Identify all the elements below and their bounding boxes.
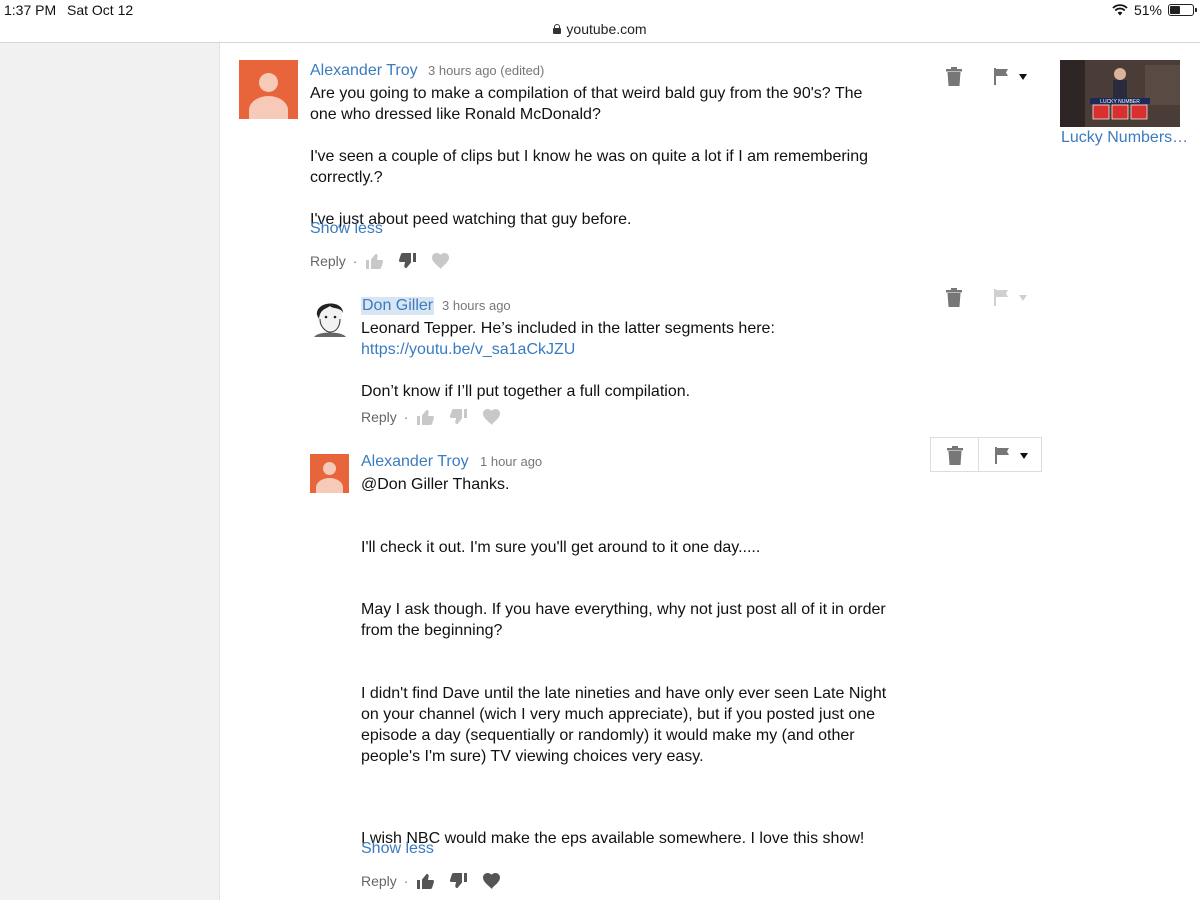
thumbnail-image: LUCKY NUMBER <box>1060 60 1180 127</box>
svg-text:LUCKY NUMBER: LUCKY NUMBER <box>1100 99 1140 105</box>
left-pane <box>0 43 220 900</box>
comment-text-line: on your channel (wich I very much apprec… <box>361 706 876 723</box>
comment-author[interactable]: Alexander Troy <box>361 453 469 471</box>
thumbs-up-icon[interactable] <box>365 252 384 270</box>
heart-icon[interactable] <box>431 252 450 270</box>
status-time: 1:37 PM <box>4 2 57 18</box>
reply-button[interactable]: Reply <box>361 873 397 889</box>
comment-text-line: episode a day (sequentially or randomly)… <box>361 727 855 744</box>
status-right: 51% <box>1112 2 1197 18</box>
url-text: youtube.com <box>566 21 647 37</box>
flag-icon[interactable] <box>995 447 1029 464</box>
comment-time[interactable]: 3 hours ago (edited) <box>428 63 544 78</box>
trash-icon[interactable] <box>947 446 963 465</box>
comment-actions: Reply · <box>361 872 515 890</box>
status-date: Sat Oct 12 <box>67 2 134 18</box>
address-bar[interactable]: youtube.com <box>0 18 1200 42</box>
thumbs-up-icon[interactable] <box>416 408 435 426</box>
comment-actions: Reply · <box>310 252 464 270</box>
comment-text-line: @Don Giller Thanks. <box>361 476 510 493</box>
wifi-icon <box>1112 4 1128 16</box>
thumbs-down-icon[interactable] <box>449 872 468 890</box>
thumbs-down-icon[interactable] <box>449 408 468 426</box>
comment-text: Are you going to make a compilation of t… <box>310 85 869 228</box>
lock-icon <box>553 24 562 34</box>
reply-button[interactable]: Reply <box>361 409 397 425</box>
battery-icon <box>1168 4 1197 16</box>
comment-text-line: I wish NBC would make the eps available … <box>361 830 865 847</box>
heart-icon[interactable] <box>482 872 501 890</box>
trash-icon[interactable] <box>946 288 962 307</box>
flag-icon[interactable] <box>994 68 1028 85</box>
related-video-title[interactable]: Lucky Numbers… <box>1061 129 1188 147</box>
comment-time[interactable]: 3 hours ago <box>442 298 511 313</box>
show-less-link[interactable]: Show less <box>310 220 383 238</box>
video-thumbnail[interactable]: LUCKY NUMBER <box>1060 60 1180 127</box>
battery-fill <box>1170 6 1181 14</box>
heart-icon[interactable] <box>482 408 501 426</box>
battery-percent: 51% <box>1133 2 1162 18</box>
comment-author[interactable]: Don Giller <box>361 297 435 315</box>
status-bar: 1:37 PM Sat Oct 12 51% <box>0 0 1200 20</box>
comment-text-line: from the beginning? <box>361 622 503 639</box>
flag-icon[interactable] <box>994 289 1028 306</box>
trash-icon[interactable] <box>946 67 962 86</box>
avatar[interactable] <box>312 297 348 337</box>
comment-actions: Reply · <box>361 408 515 426</box>
comment-text-line: people's I'm sure) TV viewing choices ve… <box>361 748 704 765</box>
video-link[interactable]: https://youtu.be/v_sa1aCkJZU <box>361 341 575 358</box>
avatar[interactable] <box>310 454 349 493</box>
reply-button[interactable]: Reply <box>310 253 346 269</box>
comment-time[interactable]: 1 hour ago <box>480 454 542 469</box>
thumbs-down-icon[interactable] <box>398 252 417 270</box>
moderation-box <box>930 437 1042 472</box>
comment-text-line: I didn't find Dave until the late nineti… <box>361 685 887 702</box>
comment-author[interactable]: Alexander Troy <box>310 62 418 80</box>
show-less-link[interactable]: Show less <box>361 840 434 858</box>
avatar[interactable] <box>239 60 298 119</box>
thumbs-up-icon[interactable] <box>416 872 435 890</box>
comment-text-line: May I ask though. If you have everything… <box>361 601 886 618</box>
comment-text-line: I'll check it out. I'm sure you'll get a… <box>361 539 761 556</box>
comment-text: Leonard Tepper. He’s included in the lat… <box>361 320 775 400</box>
